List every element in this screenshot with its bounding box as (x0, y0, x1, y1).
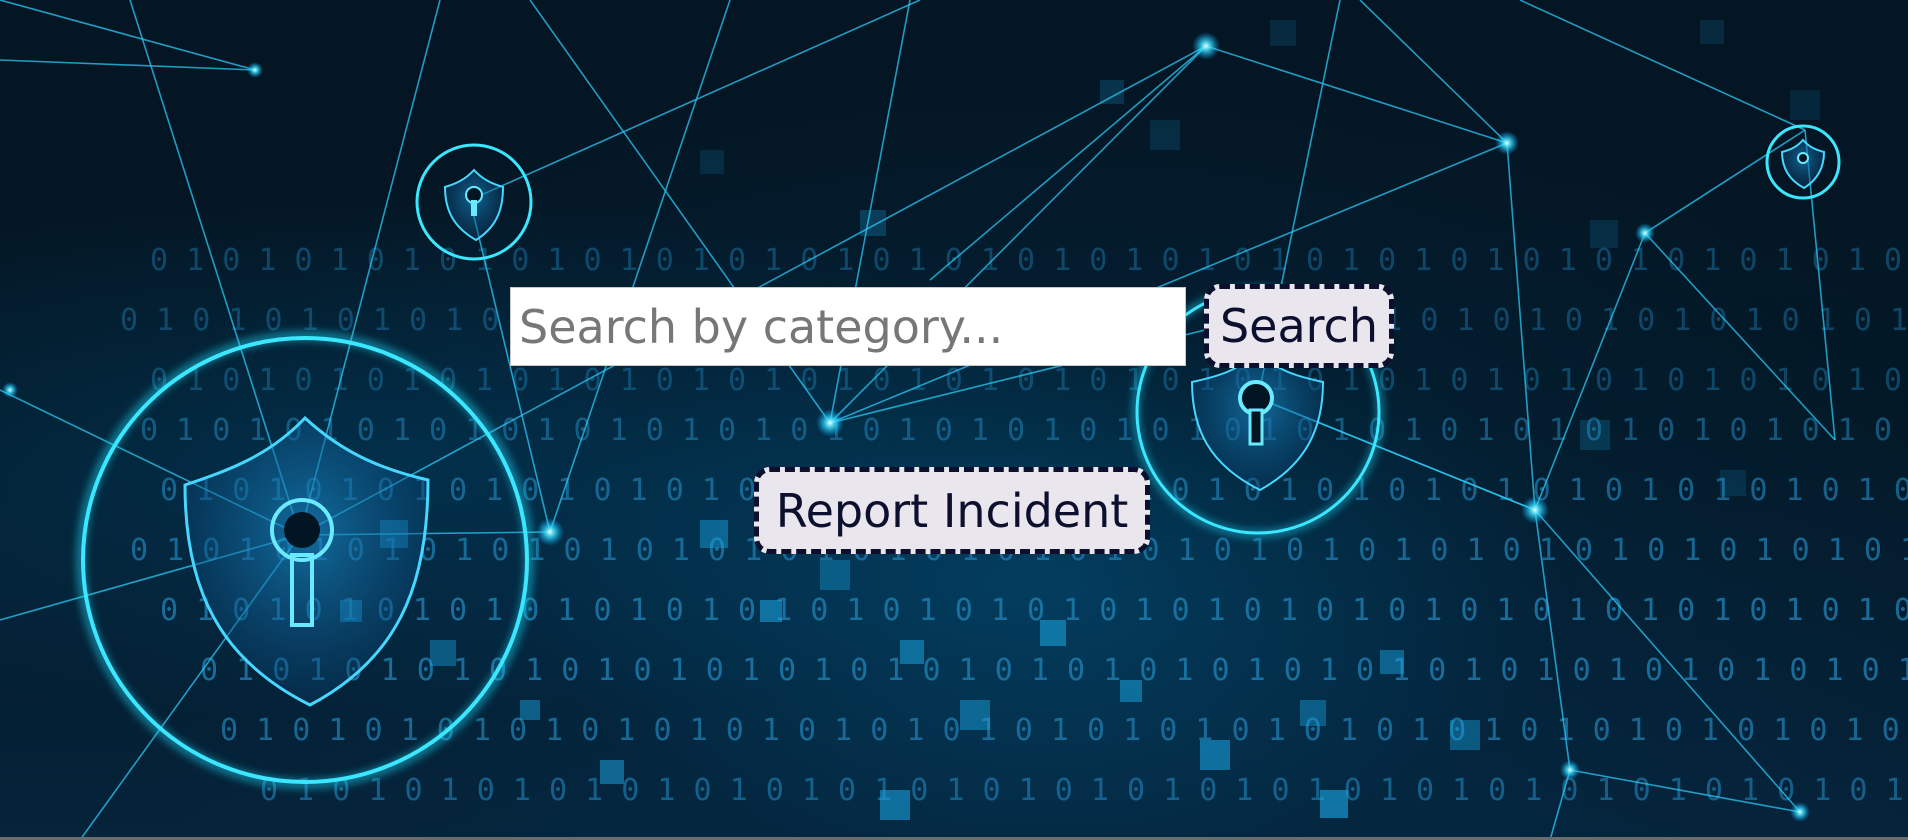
binary-row: 0 1 0 1 0 1 0 1 0 1 0 1 0 1 0 1 0 1 0 1 … (140, 413, 1908, 448)
page: 0 1 0 1 0 1 0 1 0 1 0 1 0 1 0 1 0 1 0 1 … (0, 0, 1908, 840)
report-incident-button[interactable]: Report Incident (754, 467, 1150, 554)
binary-row: 0 1 0 1 0 1 0 1 0 1 0 1 0 1 0 1 0 1 0 1 … (160, 593, 1908, 628)
binary-row: 0 1 0 1 0 1 0 1 0 1 0 1 0 1 0 1 0 1 0 1 … (220, 713, 1908, 748)
binary-row: 0 1 0 1 0 1 0 1 0 1 0 1 0 1 0 1 0 1 0 1 … (260, 773, 1908, 808)
binary-row: 0 1 0 1 0 1 0 1 0 1 0 1 0 1 0 1 0 1 0 1 … (200, 653, 1908, 688)
background-cyber-illustration: 0 1 0 1 0 1 0 1 0 1 0 1 0 1 0 1 0 1 0 1 … (0, 0, 1908, 840)
binary-row: 0 1 0 1 0 1 0 1 0 1 0 1 0 1 0 1 0 1 0 1 … (150, 243, 1908, 278)
search-button[interactable]: Search (1204, 284, 1394, 368)
small-shield-lock-icon (415, 143, 533, 261)
tiny-shield-lock-icon (1765, 124, 1841, 200)
search-input[interactable] (510, 287, 1186, 366)
